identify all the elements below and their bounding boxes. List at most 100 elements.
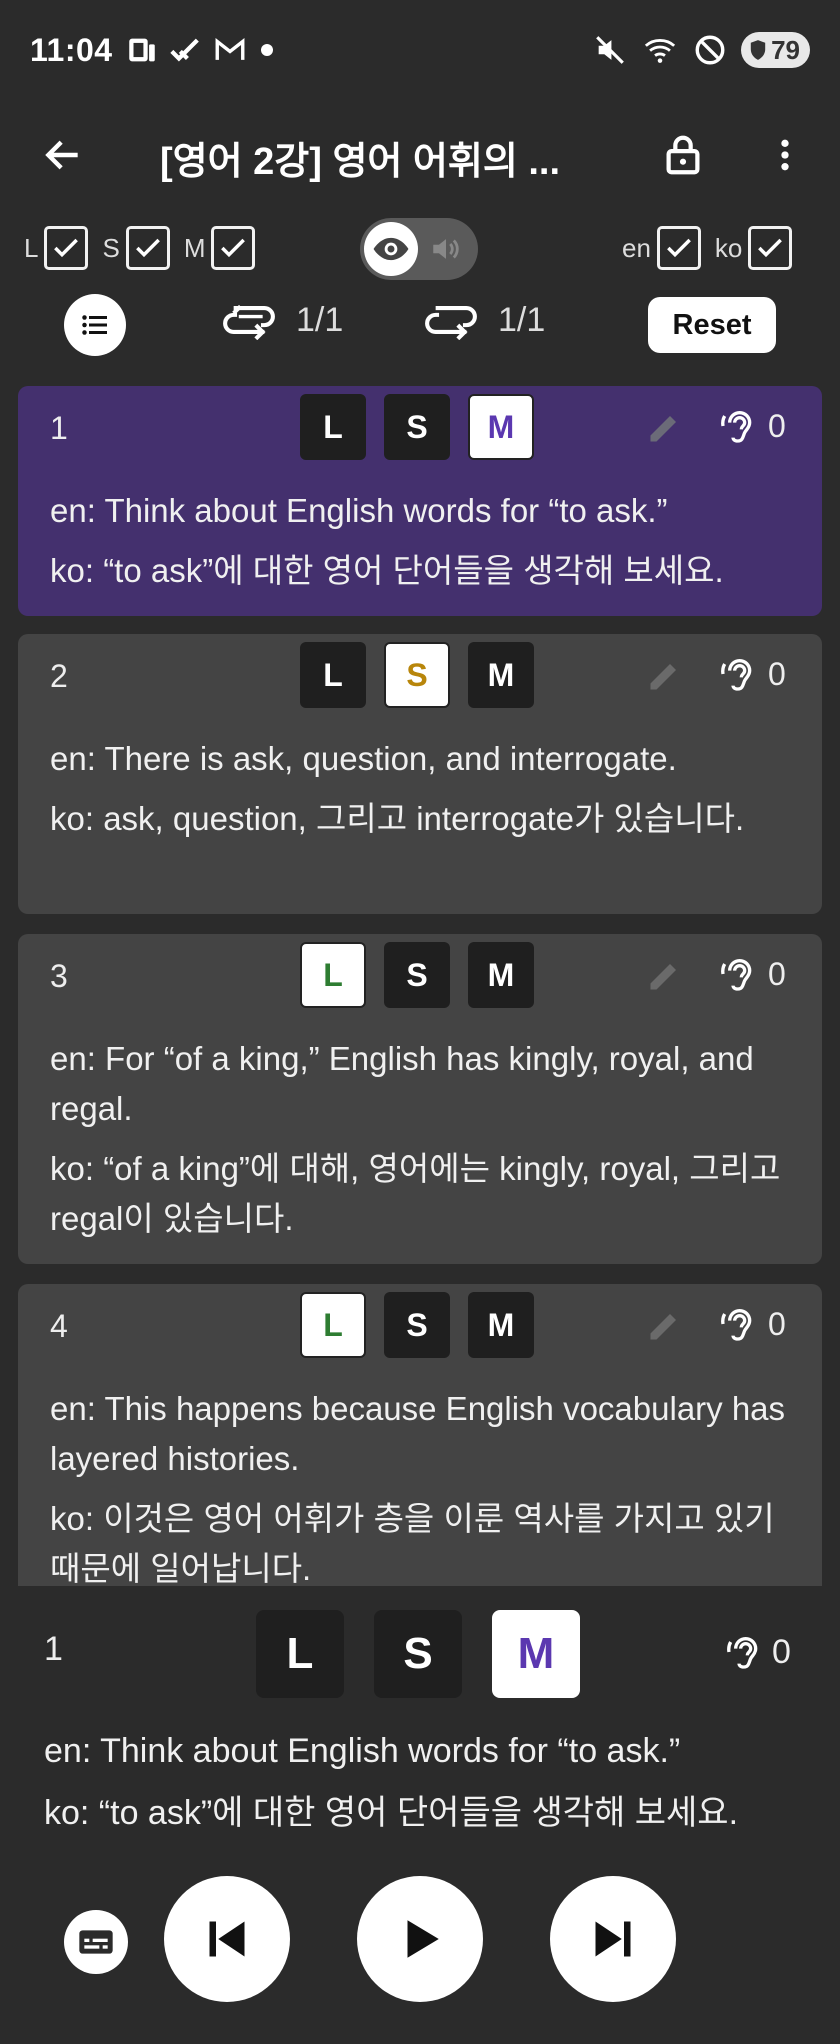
edit-icon[interactable] (646, 958, 682, 994)
mode-l-checkbox[interactable] (44, 226, 89, 270)
ear-icon (721, 959, 752, 991)
app-bar: [영어 2강] 영어 어휘의 ... (0, 100, 840, 210)
arrow-back-icon (45, 140, 78, 170)
lsm-buttons: L S M (300, 942, 534, 1008)
now-playing-listen-count: 0 (724, 1630, 791, 1674)
sentence-ko: ko: 이것은 영어 어휘가 층을 이룬 역사를 가지고 있기 때문에 일어납니… (50, 1500, 775, 1586)
control-row: 1/1 1/1 Reset (0, 292, 840, 358)
view-mode-toggle[interactable] (360, 218, 478, 280)
sentence-list[interactable]: 1 L S M 0 en: Think about English words … (18, 386, 822, 1586)
page-title: [영어 2강] 영어 어휘의 ... (160, 141, 561, 183)
sentence-number: 4 (50, 1308, 68, 1344)
mode-s-button[interactable]: S (374, 1610, 462, 1698)
sentence-card[interactable]: 1 L S M 0 en: Think about English words … (18, 386, 822, 616)
lsm-buttons: L S M (300, 1292, 534, 1358)
lang-ko-checkbox[interactable] (748, 226, 793, 270)
mode-s-label: S (102, 232, 120, 263)
sentence-card[interactable]: 2 L S M 0 en: There is ask, question, an… (18, 634, 822, 914)
mode-filters: L S M (24, 226, 269, 270)
repeat-one-count: 1/1 (498, 300, 546, 339)
edit-icon[interactable] (646, 410, 682, 446)
play-button[interactable] (357, 1876, 483, 2002)
sentence-ko: ko: “of a king”에 대해, 영어에는 kingly, royal,… (50, 1150, 781, 1237)
mode-m-checkbox[interactable] (211, 226, 256, 270)
toggle-knob (364, 222, 418, 276)
reset-button[interactable]: Reset (648, 297, 776, 353)
mode-s-button[interactable]: S (384, 1292, 450, 1358)
sentence-en: en: This happens because English vocabul… (50, 1390, 786, 1477)
listen-count-value: 0 (768, 655, 786, 692)
sentence-card[interactable]: 4 L S M 0 en: This happens because Engli… (18, 1284, 822, 1586)
sentence-number: 3 (50, 958, 68, 994)
check-icon (54, 238, 79, 258)
ear-icon (721, 659, 752, 691)
mode-l-button[interactable]: L (300, 942, 366, 1008)
now-playing-ko: ko: “to ask”에 대한 영어 단어들을 생각해 보세요. (44, 1794, 739, 1832)
listen-count-value: 0 (768, 1305, 786, 1342)
shield-icon (750, 40, 766, 60)
dnd-icon (695, 35, 725, 65)
eye-icon (373, 237, 409, 261)
lsm-buttons: L S M (300, 642, 534, 708)
listen-count-value: 0 (772, 1632, 791, 1671)
listen-count-value: 0 (768, 955, 786, 992)
lang-en-label: en (622, 232, 651, 263)
status-bar: 11:04 79 (0, 0, 840, 100)
wifi-icon (644, 39, 676, 63)
mode-m-button[interactable]: M (468, 942, 534, 1008)
repeat-all-icon (223, 304, 275, 340)
now-playing-texts: en: Think about English words for “to as… (44, 1726, 824, 1838)
notification-icons (125, 33, 277, 67)
edit-icon[interactable] (646, 658, 682, 694)
now-playing-number: 1 (44, 1630, 63, 1668)
sentence-texts: en: Think about English words for “to as… (50, 486, 800, 596)
dot-icon (260, 44, 273, 56)
mode-l-button[interactable]: L (300, 1292, 366, 1358)
mode-l-label: L (24, 232, 39, 263)
sentence-en: en: Think about English words for “to as… (50, 492, 668, 529)
ear-icon (721, 1309, 752, 1341)
more-options-button[interactable] (750, 120, 820, 190)
lsm-buttons: L S M (300, 394, 534, 460)
next-button[interactable] (550, 1876, 676, 2002)
mode-s-button[interactable]: S (384, 394, 450, 460)
listen-count-value: 0 (768, 407, 786, 444)
lock-icon (666, 135, 700, 175)
mode-l-button[interactable]: L (256, 1610, 344, 1698)
subtitles-button[interactable] (64, 1910, 128, 1974)
mode-l-button[interactable]: L (300, 394, 366, 460)
lang-en-checkbox[interactable] (656, 226, 701, 270)
list-button[interactable] (64, 294, 126, 356)
subtitles-icon (79, 1930, 113, 1954)
gmail-icon (215, 38, 245, 60)
mode-m-button[interactable]: M (468, 642, 534, 708)
status-time: 11:04 (30, 31, 113, 68)
lock-button[interactable] (648, 120, 718, 190)
back-button[interactable] (30, 122, 96, 188)
now-playing-panel: 1 L S M 0 en: Think about English words … (0, 1586, 840, 2044)
repeat-one-icon (425, 306, 477, 340)
mode-s-button[interactable]: S (384, 942, 450, 1008)
mode-l-button[interactable]: L (300, 642, 366, 708)
mode-m-button[interactable]: M (492, 1610, 580, 1698)
repeat-all-control[interactable]: 1/1 (220, 300, 343, 340)
previous-button[interactable] (164, 1876, 290, 2002)
edit-icon[interactable] (646, 1308, 682, 1344)
mode-m-button[interactable]: M (468, 394, 534, 460)
mode-m-button[interactable]: M (468, 1292, 534, 1358)
play-icon (407, 1920, 439, 1958)
listen-count: 0 (718, 952, 786, 996)
skip-next-icon (595, 1921, 631, 1957)
mode-s-button[interactable]: S (384, 642, 450, 708)
mode-s-checkbox[interactable] (125, 226, 170, 270)
more-vert-icon (781, 139, 789, 171)
battery-level: 79 (771, 34, 800, 65)
sentence-texts: en: There is ask, question, and interrog… (50, 734, 800, 844)
ear-icon (727, 1637, 758, 1669)
volume-icon (433, 239, 459, 259)
sentence-card[interactable]: 3 L S M 0 en: For “of a king,” English h… (18, 934, 822, 1264)
language-filters: en ko (622, 226, 793, 270)
sentence-ko: ko: ask, question, 그리고 interrogate가 있습니다… (50, 800, 745, 837)
repeat-one-control[interactable]: 1/1 (422, 300, 545, 340)
sentence-number: 1 (50, 410, 68, 446)
